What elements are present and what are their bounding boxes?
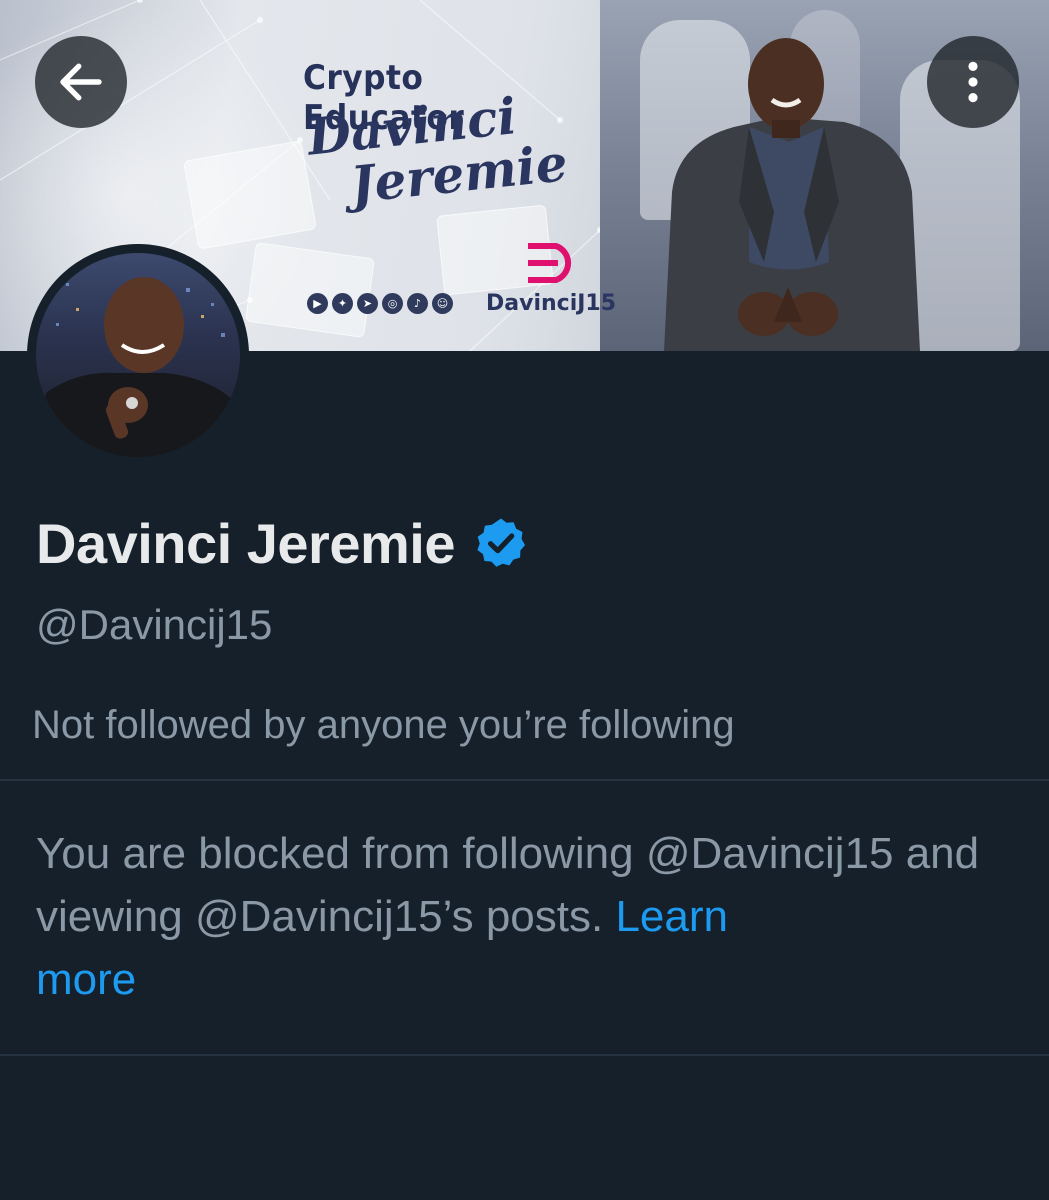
avatar[interactable] xyxy=(27,244,249,466)
tiktok-icon: ♪ xyxy=(407,293,428,314)
youtube-icon: ▶ xyxy=(307,293,328,314)
verified-badge-icon[interactable] xyxy=(473,515,529,571)
instagram-icon: ◎ xyxy=(382,293,403,314)
learn-more-link-label-2: more xyxy=(36,955,137,1004)
learn-more-link-label: Learn xyxy=(615,892,728,941)
blocked-notice-text: You are blocked from following @Davincij… xyxy=(36,829,980,941)
more-vertical-icon xyxy=(968,61,978,103)
banner-social-icons: ▶ ✦ ➤ ◎ ♪ ☺ xyxy=(307,293,453,314)
followers-you-know: Not followed by anyone you’re following xyxy=(32,703,735,747)
profile-page: Crypto Educator Davinci Jeremie ▶ ✦ ➤ ◎ … xyxy=(0,0,1049,1200)
brand-logo-icon xyxy=(528,243,572,283)
more-options-button[interactable] xyxy=(927,36,1019,128)
avatar-person-photo xyxy=(36,277,240,457)
twitter-icon: ✦ xyxy=(332,293,353,314)
telegram-icon: ➤ xyxy=(357,293,378,314)
profile-handle: @Davincij15 xyxy=(36,601,273,648)
blocked-notice: You are blocked from following @Davincij… xyxy=(36,822,1026,1011)
banner-photo-tile xyxy=(245,242,375,338)
back-button[interactable] xyxy=(35,36,127,128)
discord-icon: ☺ xyxy=(432,293,453,314)
display-name: Davinci Jeremie xyxy=(36,511,455,575)
divider xyxy=(0,1054,1049,1056)
banner-handle: DavinciJ15 xyxy=(486,291,617,316)
avatar-photo xyxy=(36,253,240,457)
divider xyxy=(0,779,1049,781)
arrow-left-icon xyxy=(60,63,102,101)
banner-person-photo xyxy=(664,38,920,351)
profile-name-row: Davinci Jeremie xyxy=(36,508,529,578)
